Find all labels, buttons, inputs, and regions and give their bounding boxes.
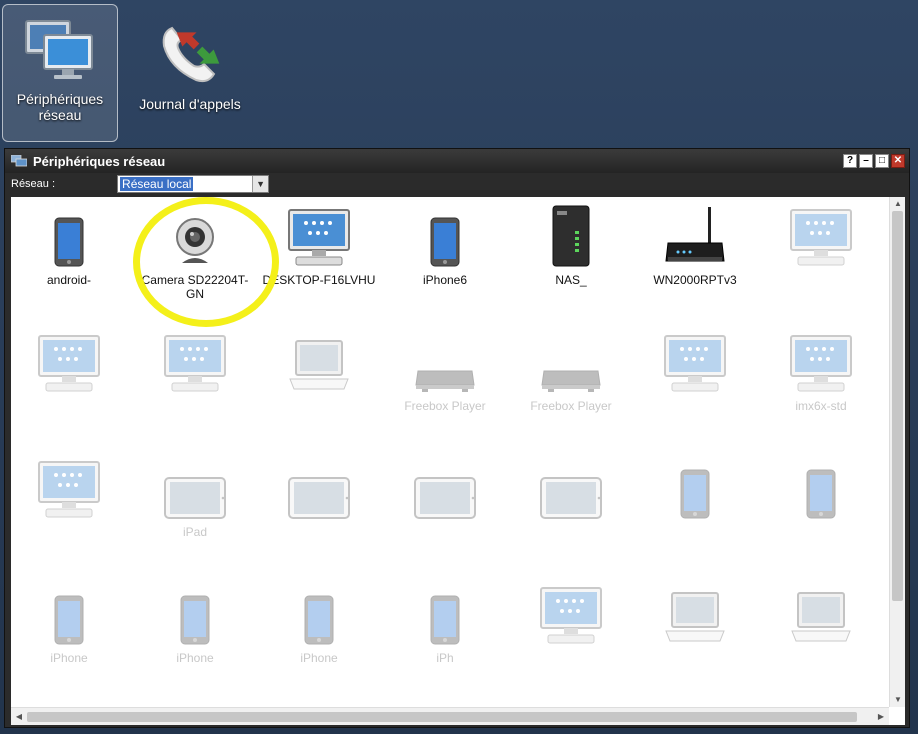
device-name: Freebox Player: [530, 399, 612, 413]
phone-icon: [680, 457, 710, 519]
desktop-icon: [790, 205, 852, 267]
network-select-value: Réseau local: [120, 177, 194, 191]
desktop-icon: [288, 205, 350, 267]
laptop-icon: [664, 583, 726, 645]
device-item[interactable]: iPhone: [11, 577, 131, 702]
desktop-icon: [790, 331, 852, 393]
scroll-up-icon[interactable]: ▲: [890, 197, 906, 211]
device-item[interactable]: Freebox Player: [509, 325, 633, 450]
vertical-scrollbar[interactable]: ▲ ▼: [889, 197, 905, 707]
device-name: imx6x-std: [795, 399, 847, 413]
router-icon: [664, 205, 726, 267]
desktop-icon: [38, 331, 100, 393]
maximize-button[interactable]: □: [875, 154, 889, 168]
device-item[interactable]: [11, 451, 131, 576]
horizontal-scrollbar[interactable]: ◀ ▶: [11, 707, 889, 725]
phone-icon: [304, 583, 334, 645]
desktop-icon: [38, 457, 100, 519]
network-devices-small-icon: [11, 155, 27, 167]
device-name: iPh: [436, 651, 454, 665]
device-item[interactable]: [383, 451, 507, 576]
network-devices-window: Périphériques réseau ? – □ ✕ Réseau : Ré…: [4, 148, 910, 728]
call-log-icon: [162, 26, 220, 83]
box-icon: [540, 331, 602, 393]
device-name: Freebox Player: [404, 399, 486, 413]
network-devices-icon: [25, 20, 93, 79]
device-item[interactable]: [257, 325, 381, 450]
device-item[interactable]: imx6x-std: [759, 325, 883, 450]
desktop-icon: [664, 331, 726, 393]
desktop-icon-label: Journal d'appels: [139, 96, 241, 112]
device-item[interactable]: [509, 577, 633, 702]
device-name: iPhone: [300, 651, 338, 665]
scroll-left-icon[interactable]: ◀: [11, 708, 27, 726]
phone-icon: [806, 457, 836, 519]
device-item[interactable]: [257, 451, 381, 576]
desktop-icon-call-log[interactable]: Journal d'appels: [132, 4, 248, 142]
device-item[interactable]: [633, 577, 757, 702]
device-name: iPad: [182, 525, 208, 539]
device-item[interactable]: WN2000RPTv3: [633, 199, 757, 324]
device-item[interactable]: [633, 451, 757, 576]
device-item[interactable]: iPad: [133, 451, 257, 576]
phone-icon: [430, 205, 460, 267]
horizontal-scroll-thumb[interactable]: [27, 712, 857, 722]
phone-icon: [54, 205, 84, 267]
camera-icon: [172, 205, 218, 267]
device-item[interactable]: NAS_: [509, 199, 633, 324]
device-item[interactable]: [133, 325, 257, 450]
nas-icon: [551, 205, 591, 267]
laptop-icon: [288, 331, 350, 393]
device-item[interactable]: android-: [11, 199, 131, 324]
device-name: NAS_: [555, 273, 587, 287]
phone-icon: [180, 583, 210, 645]
device-item[interactable]: iPhone: [133, 577, 257, 702]
window-titlebar[interactable]: Périphériques réseau ? – □ ✕: [5, 149, 909, 173]
close-button[interactable]: ✕: [891, 154, 905, 168]
device-item[interactable]: Freebox Player: [383, 325, 507, 450]
device-name: WN2000RPTv3: [653, 273, 737, 287]
window-title: Périphériques réseau: [33, 153, 166, 169]
tablet-icon: [164, 457, 226, 519]
desktop-icon: [164, 331, 226, 393]
box-icon: [414, 331, 476, 393]
device-item[interactable]: [11, 325, 131, 450]
chevron-down-icon[interactable]: ▼: [252, 176, 269, 192]
vertical-scroll-thumb[interactable]: [892, 211, 903, 601]
devices-grid: android- Camera SD22204T-GN DESKTOP-F16LVH…: [11, 197, 889, 707]
device-item[interactable]: DESKTOP-F16LVHU: [257, 199, 381, 324]
laptop-icon: [790, 583, 852, 645]
scroll-right-icon[interactable]: ▶: [873, 708, 889, 726]
help-button[interactable]: ?: [843, 154, 857, 168]
tablet-icon: [540, 457, 602, 519]
devices-panel: android- Camera SD22204T-GN DESKTOP-F16LVH…: [11, 197, 905, 725]
device-item[interactable]: [509, 451, 633, 576]
scroll-down-icon[interactable]: ▼: [890, 693, 906, 707]
device-name: iPhone6: [422, 273, 468, 287]
device-item[interactable]: [759, 577, 883, 702]
device-item[interactable]: Camera SD22204T-GN: [133, 199, 257, 324]
device-item[interactable]: iPhone: [257, 577, 381, 702]
device-item[interactable]: [633, 325, 757, 450]
network-select[interactable]: Réseau local ▼: [117, 175, 270, 193]
minimize-button[interactable]: –: [859, 154, 873, 168]
device-item[interactable]: [759, 451, 883, 576]
desktop-icon-network-devices[interactable]: Périphériques réseau: [2, 4, 118, 142]
device-item[interactable]: [759, 199, 883, 324]
device-name: DESKTOP-F16LVHU: [262, 273, 376, 287]
device-name: iPhone: [176, 651, 214, 665]
device-name: Camera SD22204T-GN: [141, 273, 249, 301]
network-toolbar: Réseau : Réseau local ▼: [5, 173, 909, 195]
tablet-icon: [288, 457, 350, 519]
device-name: android-: [46, 273, 92, 287]
desktop-icon-label: Périphériques réseau: [16, 91, 104, 123]
phone-icon: [430, 583, 460, 645]
device-item[interactable]: iPhone6: [383, 199, 507, 324]
device-item[interactable]: iPh: [383, 577, 507, 702]
device-name: iPhone: [50, 651, 88, 665]
network-label: Réseau :: [11, 178, 56, 190]
tablet-icon: [414, 457, 476, 519]
desktop-icon: [540, 583, 602, 645]
phone-icon: [54, 583, 84, 645]
